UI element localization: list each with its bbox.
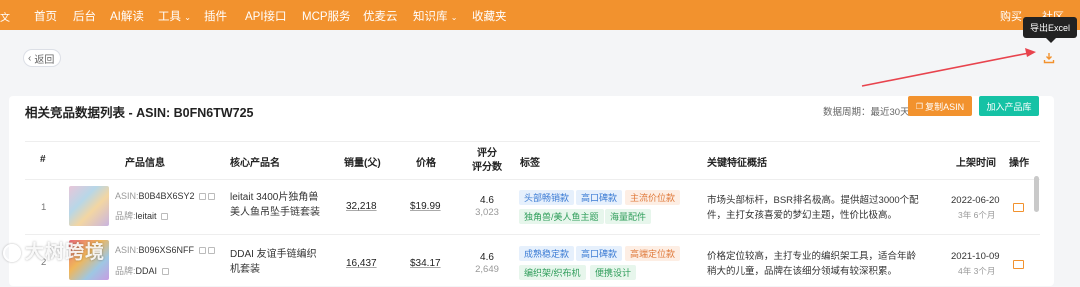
annotation-arrow-line [861, 52, 1030, 87]
annotation-arrow [861, 48, 1036, 87]
watermark-text: 大树跨境 [25, 242, 106, 263]
watermark-logo-icon [3, 243, 21, 262]
watermark: 大树跨境 [3, 237, 105, 264]
export-tooltip: 导出Excel [1023, 17, 1077, 43]
annotation-arrow-head [1025, 48, 1036, 57]
